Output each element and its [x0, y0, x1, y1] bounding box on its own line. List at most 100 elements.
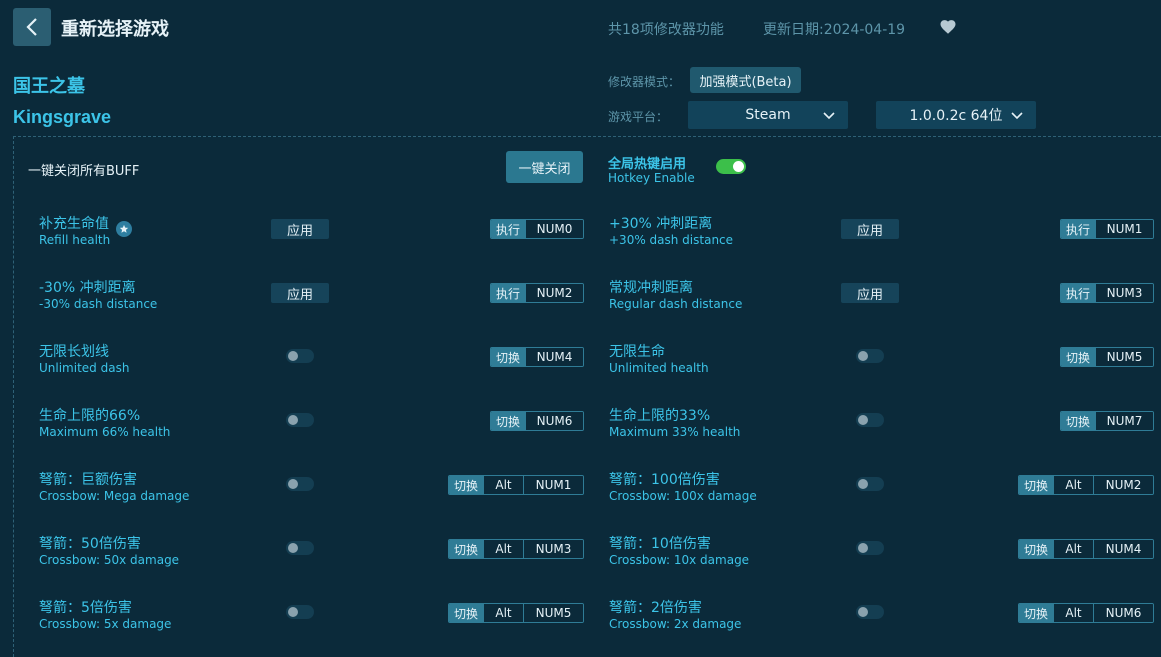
option-label-en: Unlimited health [609, 361, 709, 375]
apply-button[interactable]: 应用 [271, 283, 329, 303]
hotkey-group[interactable]: 切换 Alt NUM3 [448, 539, 584, 559]
hotkey-key[interactable]: Alt [1053, 476, 1093, 494]
option-label-en: Crossbow: 50x damage [39, 553, 180, 567]
hotkey-key[interactable]: NUM1 [1095, 220, 1153, 238]
apply-button[interactable]: 应用 [271, 219, 329, 239]
hotkey-group[interactable]: 切换 NUM7 [1060, 411, 1154, 431]
feature-toggle[interactable] [856, 605, 884, 619]
option-label-en: Crossbow: 10x damage [609, 553, 750, 567]
option-label-en: Regular dash distance [609, 297, 743, 311]
hotkey-key[interactable]: Alt [1053, 540, 1093, 558]
feature-toggle[interactable] [286, 413, 314, 427]
star-icon [116, 221, 132, 237]
back-button[interactable] [13, 8, 51, 46]
game-title-en: Kingsgrave [13, 107, 112, 127]
option-label-cn: 生命上限的33% [609, 408, 711, 424]
option-label-cn: 弩箭：10倍伤害 [609, 536, 711, 552]
feature-toggle[interactable] [286, 605, 314, 619]
apply-button[interactable]: 应用 [841, 283, 899, 303]
option-label-en: Crossbow: Mega damage [39, 489, 190, 503]
option-label-cn: +30% 冲刺距离 [609, 216, 713, 232]
update-date: 更新日期:2024-04-19 [763, 22, 906, 38]
hotkey-group[interactable]: 执行 NUM0 [490, 219, 584, 239]
hotkey-key[interactable]: NUM4 [1093, 540, 1153, 558]
hotkey-key[interactable]: NUM0 [525, 220, 583, 238]
version-value: 1.0.0.2c 64位 [909, 108, 1003, 124]
option-label-cn: 常规冲刺距离 [609, 280, 693, 296]
hotkey-key[interactable]: NUM6 [1093, 604, 1153, 622]
hotkey-group[interactable]: 执行 NUM2 [490, 283, 584, 303]
hotkey-group[interactable]: 切换 Alt NUM4 [1018, 539, 1154, 559]
platform-value: Steam [745, 107, 791, 123]
option-label-en: Maximum 66% health [39, 425, 171, 439]
hotkey-group[interactable]: 切换 Alt NUM5 [448, 603, 584, 623]
mode-label: 修改器模式： [608, 75, 681, 89]
feature-toggle[interactable] [286, 541, 314, 555]
hotkey-key[interactable]: NUM5 [1095, 348, 1153, 366]
option-label-en: Crossbow: 2x damage [609, 617, 742, 631]
apply-button[interactable]: 应用 [841, 219, 899, 239]
platform-select[interactable]: Steam [688, 101, 848, 129]
option-label-en: Unlimited dash [39, 361, 130, 375]
hotkey-key[interactable]: Alt [483, 604, 523, 622]
hotkey-key[interactable]: NUM3 [1095, 284, 1153, 302]
hotkey-key[interactable]: Alt [483, 540, 523, 558]
hotkey-key[interactable]: NUM3 [523, 540, 583, 558]
hotkey-key[interactable]: NUM6 [525, 412, 583, 430]
option-label-en: +30% dash distance [609, 233, 734, 247]
hotkey-key[interactable]: Alt [483, 476, 523, 494]
option-label-cn: 无限长划线 [39, 344, 109, 360]
option-label-en: Crossbow: 100x damage [609, 489, 757, 503]
hotkey-action-label: 切换 [449, 604, 483, 622]
hotkey-group[interactable]: 切换 NUM5 [1060, 347, 1154, 367]
feature-toggle[interactable] [856, 349, 884, 363]
option-label-cn: 弩箭：巨额伤害 [39, 472, 137, 488]
hotkey-key[interactable]: NUM5 [523, 604, 583, 622]
hotkey-action-label: 切换 [449, 540, 483, 558]
hotkey-enable-toggle[interactable] [716, 159, 746, 174]
hotkey-key[interactable]: Alt [1053, 604, 1093, 622]
option-label-en: Crossbow: 5x damage [39, 617, 172, 631]
hotkey-group[interactable]: 切换 Alt NUM6 [1018, 603, 1154, 623]
hotkey-action-label: 切换 [491, 348, 525, 366]
close-all-button[interactable]: 一键关闭 [506, 151, 583, 183]
option-label-cn: 补充生命值 [39, 216, 109, 232]
hotkey-group[interactable]: 执行 NUM3 [1060, 283, 1154, 303]
hotkey-key[interactable]: NUM2 [1093, 476, 1153, 494]
hotkey-key[interactable]: NUM1 [523, 476, 583, 494]
feature-count: 共18项修改器功能 [608, 22, 724, 38]
option-label-cn: 弩箭：100倍伤害 [609, 472, 720, 488]
hotkey-key[interactable]: NUM7 [1095, 412, 1153, 430]
hotkey-action-label: 切换 [1019, 540, 1053, 558]
hotkey-action-label: 执行 [1061, 220, 1095, 238]
feature-toggle[interactable] [856, 413, 884, 427]
hotkey-action-label: 切换 [1019, 604, 1053, 622]
hotkey-group[interactable]: 切换 NUM4 [490, 347, 584, 367]
hotkey-action-label: 切换 [449, 476, 483, 494]
hotkey-key[interactable]: NUM2 [525, 284, 583, 302]
version-select[interactable]: 1.0.0.2c 64位 [876, 101, 1036, 129]
hotkey-action-label: 执行 [1061, 284, 1095, 302]
page-title: 重新选择游戏 [61, 19, 169, 40]
mode-badge[interactable]: 加强模式(Beta) [690, 67, 801, 93]
platform-label: 游戏平台： [608, 110, 669, 124]
option-label-cn: 弩箭：2倍伤害 [609, 600, 702, 616]
hotkey-key[interactable]: NUM4 [525, 348, 583, 366]
hotkey-group[interactable]: 切换 NUM6 [490, 411, 584, 431]
option-label-en: Maximum 33% health [609, 425, 741, 439]
option-label-cn: 弩箭：50倍伤害 [39, 536, 141, 552]
options-panel [13, 136, 1161, 657]
feature-toggle[interactable] [856, 541, 884, 555]
chevron-down-icon [823, 112, 835, 120]
chevron-left-icon [26, 18, 37, 36]
hotkey-group[interactable]: 执行 NUM1 [1060, 219, 1154, 239]
hotkey-group[interactable]: 切换 Alt NUM1 [448, 475, 584, 495]
feature-toggle[interactable] [856, 477, 884, 491]
heart-icon[interactable] [939, 18, 957, 36]
hotkey-label-en: Hotkey Enable [608, 171, 695, 185]
hotkey-action-label: 执行 [491, 220, 525, 238]
option-label-cn: 弩箭：5倍伤害 [39, 600, 132, 616]
feature-toggle[interactable] [286, 477, 314, 491]
feature-toggle[interactable] [286, 349, 314, 363]
hotkey-group[interactable]: 切换 Alt NUM2 [1018, 475, 1154, 495]
